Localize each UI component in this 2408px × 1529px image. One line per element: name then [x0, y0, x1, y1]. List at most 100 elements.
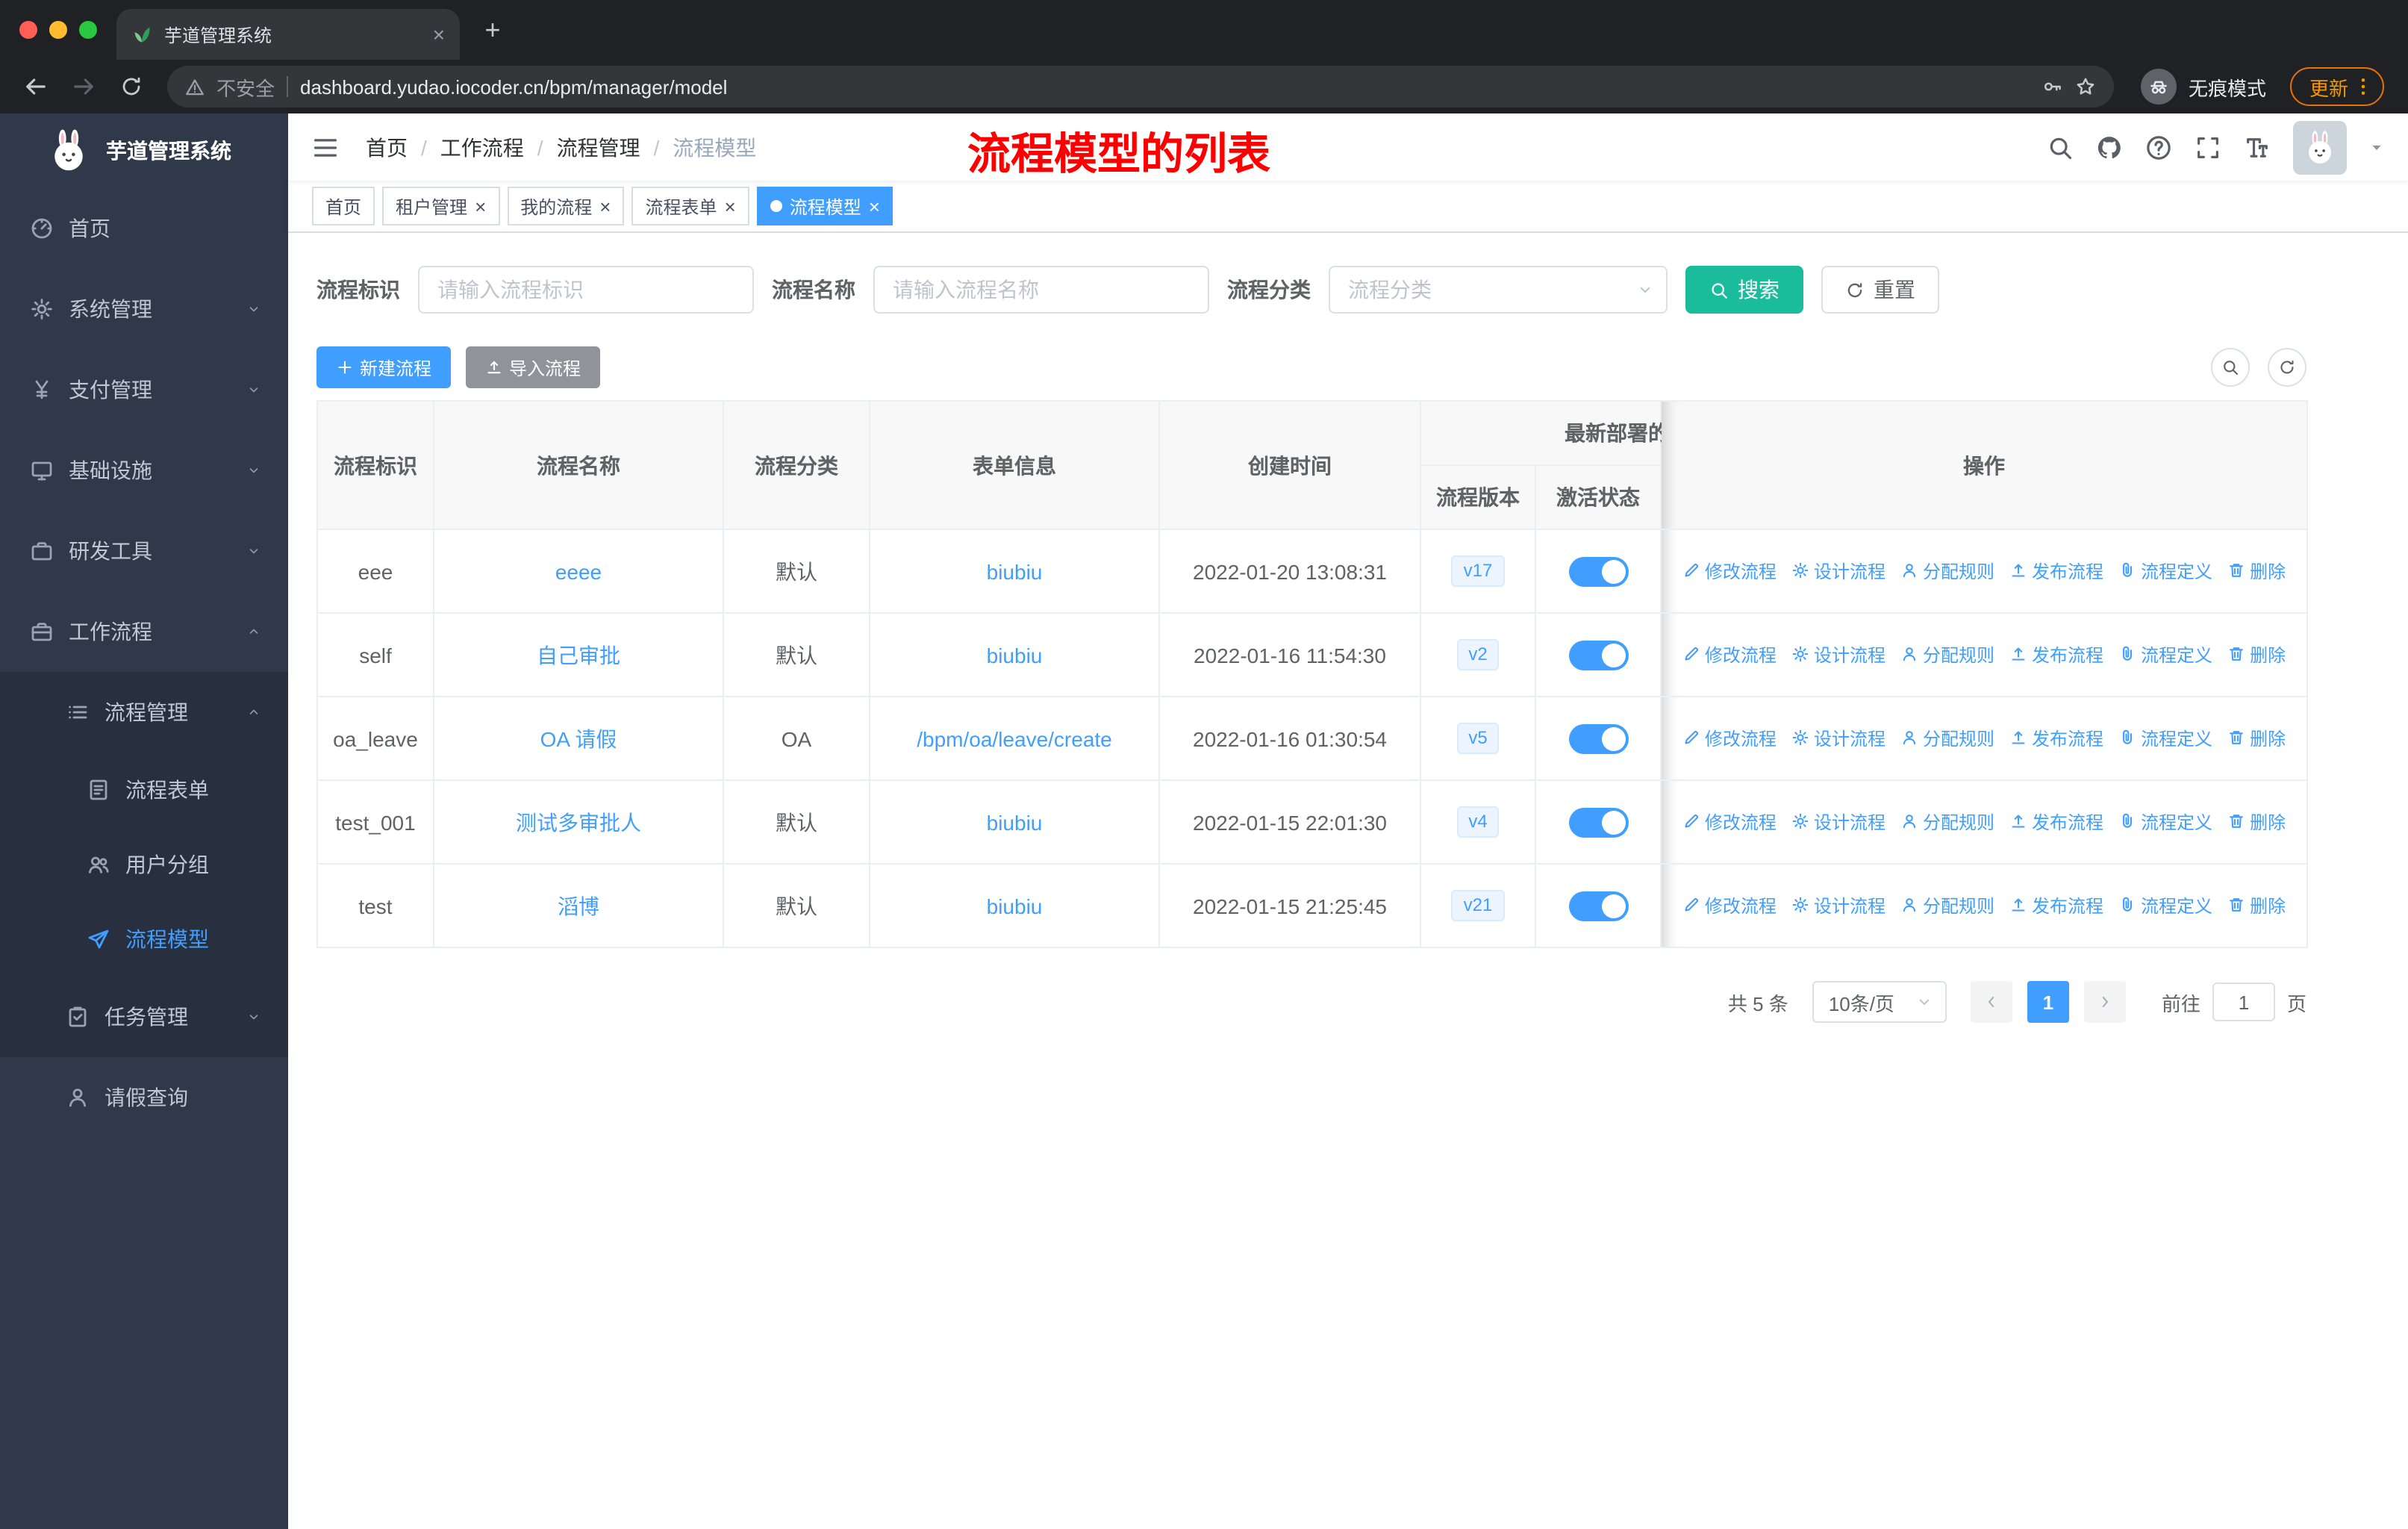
search-button[interactable]: 搜索: [1685, 266, 1803, 314]
avatar-caret-icon[interactable]: [2369, 140, 2384, 155]
window-close-button[interactable]: [19, 21, 37, 39]
active-toggle[interactable]: [1568, 723, 1628, 753]
tab-close-icon[interactable]: ×: [433, 24, 445, 45]
breadcrumb-item[interactable]: 流程管理: [557, 132, 640, 162]
current-page-button[interactable]: 1: [2027, 981, 2069, 1023]
op-link-assign[interactable]: 分配规则: [1900, 809, 1994, 835]
op-link-assign[interactable]: 分配规则: [1900, 642, 1994, 667]
search-icon[interactable]: [2047, 134, 2074, 161]
sidebar-item-task-manage[interactable]: 任务管理: [0, 977, 288, 1057]
op-link-delete[interactable]: 删除: [2227, 893, 2286, 918]
op-link-publish[interactable]: 发布流程: [2009, 893, 2103, 918]
tag-process-model[interactable]: 流程模型 ×: [756, 187, 893, 225]
op-link-modify[interactable]: 修改流程: [1682, 809, 1777, 835]
sidebar-item-system[interactable]: 系统管理: [0, 269, 288, 349]
process-name-link[interactable]: eeee: [555, 559, 602, 583]
op-link-definition[interactable]: 流程定义: [2118, 809, 2212, 835]
avatar[interactable]: [2293, 120, 2347, 174]
window-zoom-button[interactable]: [79, 21, 97, 39]
create-process-button[interactable]: 新建流程: [316, 346, 452, 388]
tag-close-icon[interactable]: ×: [869, 196, 880, 216]
op-link-delete[interactable]: 删除: [2227, 726, 2286, 751]
form-info-link[interactable]: biubiu: [987, 810, 1043, 834]
toggle-search-button[interactable]: [2211, 348, 2250, 387]
app-logo[interactable]: 芋道管理系统: [0, 113, 288, 188]
breadcrumb-item[interactable]: 工作流程: [440, 132, 524, 162]
form-info-link[interactable]: /bpm/oa/leave/create: [917, 726, 1112, 750]
import-process-button[interactable]: 导入流程: [466, 346, 601, 388]
sidebar-item-payment[interactable]: 支付管理: [0, 349, 288, 430]
question-icon[interactable]: [2145, 134, 2172, 161]
op-link-definition[interactable]: 流程定义: [2118, 893, 2212, 918]
forward-icon[interactable]: [63, 66, 105, 108]
active-toggle[interactable]: [1568, 640, 1628, 670]
new-tab-button[interactable]: +: [475, 12, 511, 48]
sidebar-item-user-group[interactable]: 用户分组: [0, 827, 288, 902]
tag-home[interactable]: 首页: [312, 187, 375, 225]
op-link-definition[interactable]: 流程定义: [2118, 558, 2212, 584]
process-id-input[interactable]: [418, 266, 754, 314]
op-link-delete[interactable]: 删除: [2227, 558, 2286, 584]
page-size-select[interactable]: 10条/页: [1812, 981, 1947, 1023]
op-link-publish[interactable]: 发布流程: [2009, 642, 2103, 667]
op-link-publish[interactable]: 发布流程: [2009, 726, 2103, 751]
active-toggle[interactable]: [1568, 807, 1628, 837]
form-info-link[interactable]: biubiu: [987, 643, 1043, 667]
github-icon[interactable]: [2096, 134, 2123, 161]
reset-button[interactable]: 重置: [1821, 266, 1939, 314]
process-name-link[interactable]: 滔博: [558, 894, 599, 918]
op-link-publish[interactable]: 发布流程: [2009, 809, 2103, 835]
op-link-modify[interactable]: 修改流程: [1682, 642, 1777, 667]
op-link-design[interactable]: 设计流程: [1791, 558, 1885, 584]
refresh-table-button[interactable]: [2268, 348, 2306, 387]
process-name-link[interactable]: 自己审批: [537, 643, 620, 667]
breadcrumb-item[interactable]: 首页: [366, 132, 408, 162]
tag-process-form[interactable]: 流程表单 ×: [631, 187, 749, 225]
op-link-assign[interactable]: 分配规则: [1900, 726, 1994, 751]
form-info-link[interactable]: biubiu: [987, 559, 1043, 583]
address-bar[interactable]: 不安全 dashboard.yudao.iocoder.cn/bpm/manag…: [167, 66, 2114, 108]
process-name-link[interactable]: 测试多审批人: [516, 810, 641, 834]
window-minimize-button[interactable]: [49, 21, 67, 39]
sidebar-item-leave-query[interactable]: 请假查询: [0, 1057, 288, 1138]
op-link-modify[interactable]: 修改流程: [1682, 726, 1777, 751]
browser-tab[interactable]: 芋道管理系统 ×: [116, 9, 460, 60]
tag-close-icon[interactable]: ×: [599, 196, 611, 216]
op-link-publish[interactable]: 发布流程: [2009, 558, 2103, 584]
active-toggle[interactable]: [1568, 891, 1628, 921]
op-link-definition[interactable]: 流程定义: [2118, 642, 2212, 667]
browser-update-button[interactable]: 更新: [2289, 67, 2384, 106]
op-link-delete[interactable]: 删除: [2227, 809, 2286, 835]
op-link-design[interactable]: 设计流程: [1791, 893, 1885, 918]
sidebar-item-process-manage[interactable]: 流程管理: [0, 672, 288, 753]
back-icon[interactable]: [15, 66, 57, 108]
tag-tenant-manage[interactable]: 租户管理 ×: [382, 187, 500, 225]
op-link-definition[interactable]: 流程定义: [2118, 726, 2212, 751]
sidebar-item-devtools[interactable]: 研发工具: [0, 511, 288, 591]
sidebar-item-infra[interactable]: 基础设施: [0, 430, 288, 511]
sidebar-item-process-model[interactable]: 流程模型: [0, 902, 288, 977]
op-link-modify[interactable]: 修改流程: [1682, 558, 1777, 584]
op-link-delete[interactable]: 删除: [2227, 642, 2286, 667]
tag-close-icon[interactable]: ×: [475, 196, 486, 216]
op-link-design[interactable]: 设计流程: [1791, 642, 1885, 667]
op-link-design[interactable]: 设计流程: [1791, 809, 1885, 835]
password-key-icon[interactable]: [2042, 76, 2063, 97]
active-toggle[interactable]: [1568, 556, 1628, 586]
category-select[interactable]: 流程分类: [1329, 266, 1668, 314]
process-name-input[interactable]: [873, 266, 1209, 314]
form-info-link[interactable]: biubiu: [987, 894, 1043, 918]
tag-my-process[interactable]: 我的流程 ×: [507, 187, 625, 225]
sidebar-item-home[interactable]: 首页: [0, 188, 288, 269]
font-size-icon[interactable]: [2244, 134, 2271, 161]
prev-page-button[interactable]: [1970, 981, 2012, 1023]
tag-close-icon[interactable]: ×: [725, 196, 736, 216]
goto-page-input[interactable]: [2212, 983, 2275, 1021]
reload-icon[interactable]: [110, 66, 152, 108]
bookmark-star-icon[interactable]: [2075, 76, 2096, 97]
op-link-assign[interactable]: 分配规则: [1900, 558, 1994, 584]
next-page-button[interactable]: [2083, 981, 2126, 1023]
op-link-design[interactable]: 设计流程: [1791, 726, 1885, 751]
op-link-modify[interactable]: 修改流程: [1682, 893, 1777, 918]
op-link-assign[interactable]: 分配规则: [1900, 893, 1994, 918]
